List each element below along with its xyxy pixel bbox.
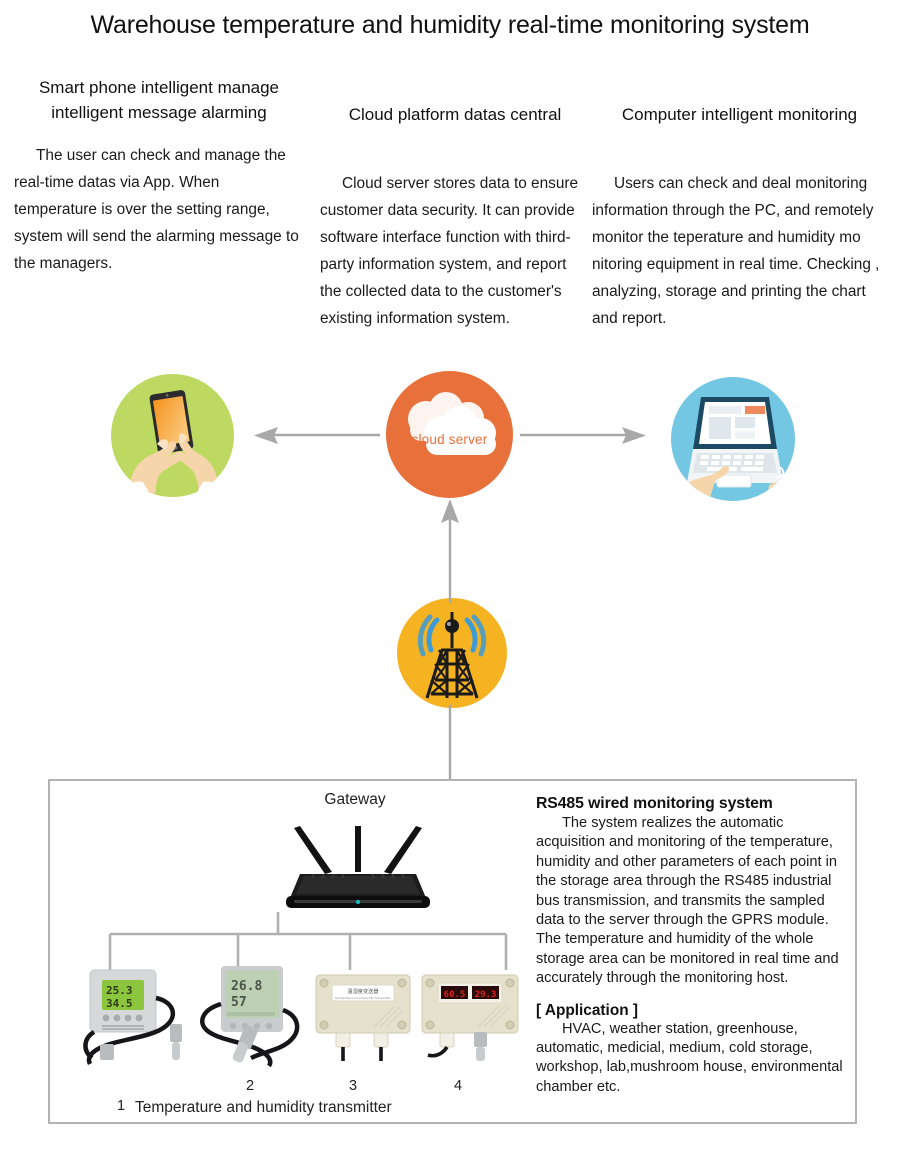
device-3-enclosure-transmitter: 温湿度变送器 Temperature and Humidity Transmit… <box>308 969 418 1061</box>
device-1-wall-mount-transmitter: 25.3 34.5 <box>70 964 198 1068</box>
device-4-number: 4 <box>453 1078 463 1094</box>
device-3-label-sub: Temperature and Humidity Transmitter <box>334 996 392 1000</box>
column-smart-phone-heading: Smart phone intelligent manage intellige… <box>38 78 280 122</box>
laptop-computer-icon <box>671 377 795 501</box>
page-title: Warehouse temperature and humidity real-… <box>90 11 810 39</box>
column-cloud-platform: Cloud platform datas central Cloud serve… <box>320 103 590 332</box>
arrow-tower-to-cloud <box>434 497 466 603</box>
column-cloud-platform-body: Cloud server stores data to ensure custo… <box>320 174 579 327</box>
smartphone-in-hands-icon <box>111 374 234 497</box>
column-smart-phone: Smart phone intelligent manage intellige… <box>14 76 304 277</box>
column-cloud-platform-heading: Cloud platform datas central <box>348 105 562 124</box>
device-1-number: 1 <box>116 1098 126 1114</box>
column-computer-monitoring-body: Users can check and deal monitoring info… <box>592 174 880 327</box>
radio-transmission-tower-icon <box>397 598 507 708</box>
device-2-humidity-value: 57 <box>231 995 247 1010</box>
device-2-lcd-transmitter: 26.8 57 <box>193 964 315 1068</box>
column-smart-phone-body: The user can check and manage the real-t… <box>14 147 299 272</box>
arrow-cloud-to-computer <box>520 420 648 452</box>
device-2-number: 2 <box>245 1078 255 1094</box>
rs485-body: The system realizes the automatic acquis… <box>536 815 839 987</box>
device-3-label-text: 温湿度变送器 <box>347 987 379 995</box>
rs485-wired-system-panel: Gateway 25.3 34.5 26.8 57 温湿度变送器 Tempera… <box>48 779 857 1124</box>
device-1-temp-value: 25.3 <box>106 984 133 997</box>
rs485-bus-tree-connector <box>88 912 528 970</box>
device-4-led-display-transmitter: 60.5 29.3 <box>414 969 526 1061</box>
application-body: HVAC, weather station, greenhouse, autom… <box>536 1020 843 1095</box>
cloud-server-label: cloud server <box>411 432 488 447</box>
wireless-router-icon <box>278 824 438 914</box>
device-group-caption: Temperature and humidity transmitter <box>135 1099 392 1116</box>
line-panel-to-tower <box>443 705 457 781</box>
device-2-temp-value: 26.8 <box>231 979 262 994</box>
column-computer-monitoring-heading: Computer intelligent monitoring <box>621 105 858 124</box>
cloud-server-icon: cloud server <box>386 371 513 498</box>
device-3-number: 3 <box>348 1078 358 1094</box>
column-computer-monitoring: Computer intelligent monitoring Users ca… <box>592 103 887 332</box>
device-4-humidity-value: 60.5 <box>444 990 466 1000</box>
rs485-heading: RS485 wired monitoring system <box>536 795 773 812</box>
device-4-temp-value: 29.3 <box>475 990 497 1000</box>
gateway-label: Gateway <box>324 791 386 808</box>
application-heading: [ Application ] <box>536 1001 639 1019</box>
arrow-cloud-to-phone <box>252 420 380 452</box>
device-1-humidity-value: 34.5 <box>106 997 133 1010</box>
rs485-text-block: RS485 wired monitoring system The system… <box>536 795 854 1097</box>
